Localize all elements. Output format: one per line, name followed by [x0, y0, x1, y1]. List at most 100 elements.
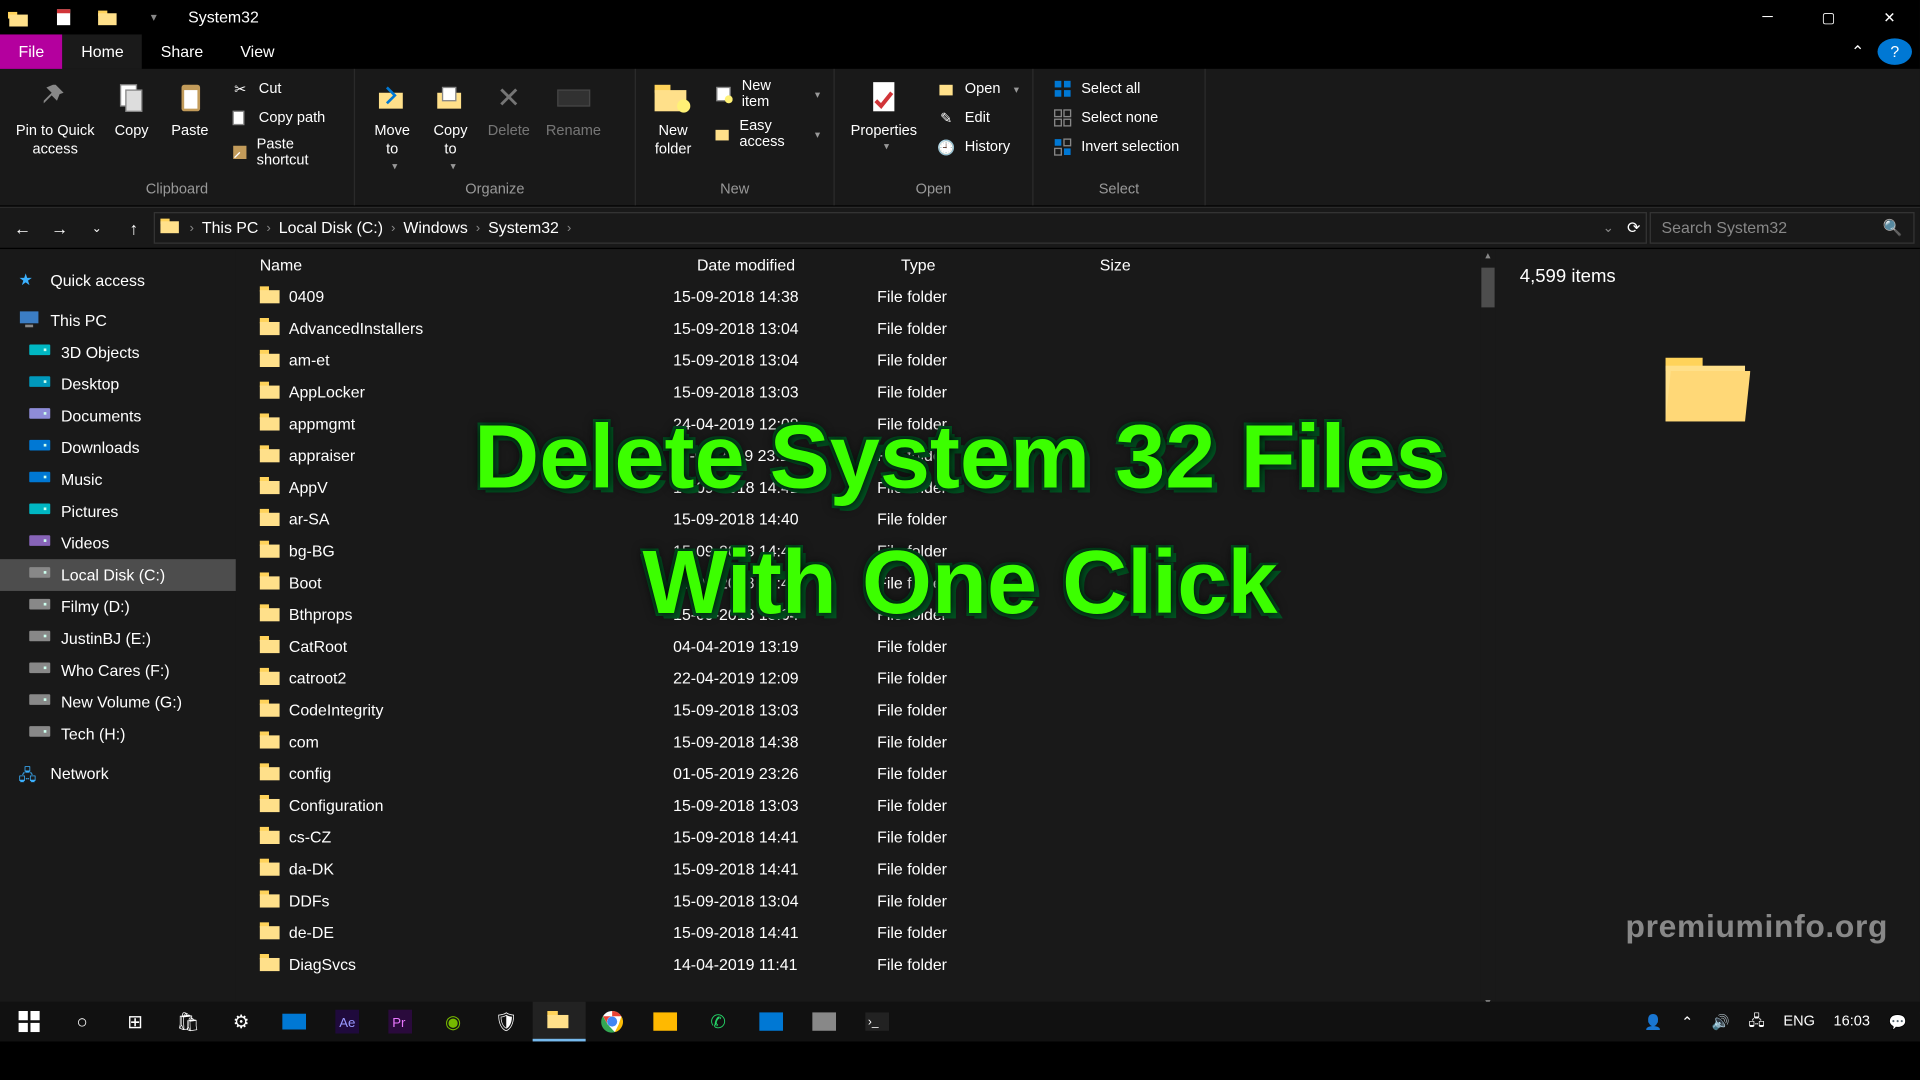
start-button[interactable]	[3, 1002, 56, 1042]
sidebar-item[interactable]: Tech (H:)	[0, 718, 236, 750]
table-row[interactable]: AdvancedInstallers15-09-2018 13:04File f…	[236, 313, 1480, 345]
address-bar[interactable]: › This PC› Local Disk (C:)› Windows› Sys…	[154, 212, 1647, 244]
table-row[interactable]: Configuration15-09-2018 13:03File folder	[236, 790, 1480, 822]
defender-icon[interactable]: 🛡	[480, 1002, 533, 1042]
newfolder-button[interactable]: New folder	[644, 74, 702, 162]
table-row[interactable]: appmgmt24-04-2019 12:08File folder	[236, 408, 1480, 440]
sidebar-item[interactable]: Documents	[0, 400, 236, 432]
table-row[interactable]: DDFs15-09-2018 13:04File folder	[236, 885, 1480, 917]
table-row[interactable]: appraiser11-04-2019 23:14File folder	[236, 440, 1480, 472]
col-name[interactable]: Name	[236, 256, 673, 275]
help-icon[interactable]: ?	[1878, 38, 1912, 65]
table-row[interactable]: Boot15-09-2018 14:41File folder	[236, 567, 1480, 599]
column-headers[interactable]: Name Date modified Type Size	[236, 249, 1496, 281]
breadcrumb[interactable]: Windows	[398, 219, 473, 238]
sidebar-item[interactable]: Music	[0, 464, 236, 496]
tab-file[interactable]: File	[0, 34, 63, 68]
sidebar-item[interactable]: Who Cares (F:)	[0, 655, 236, 687]
notifications-icon[interactable]: 💬	[1889, 1013, 1907, 1030]
taskbar-app-2[interactable]	[639, 1002, 692, 1042]
col-date[interactable]: Date modified	[673, 256, 877, 275]
open-button[interactable]: Open	[930, 77, 1024, 101]
table-row[interactable]: ar-SA15-09-2018 14:40File folder	[236, 504, 1480, 536]
table-row[interactable]: AppV15-09-2018 14:41File folder	[236, 472, 1480, 504]
sidebar-network[interactable]: 🖧Network	[0, 758, 236, 790]
table-row[interactable]: AppLocker15-09-2018 13:03File folder	[236, 376, 1480, 408]
maximize-button[interactable]: ▢	[1798, 0, 1859, 34]
premiere-icon[interactable]: Pr	[374, 1002, 427, 1042]
tab-share[interactable]: Share	[142, 34, 222, 68]
tray-time[interactable]: 16:03	[1833, 1014, 1869, 1030]
tray-lang[interactable]: ENG	[1783, 1014, 1815, 1030]
qat-dropdown-icon[interactable]: ▾	[143, 7, 164, 28]
sidebar-quickaccess[interactable]: ★Quick access	[0, 265, 236, 297]
qat-newfolder-icon[interactable]	[98, 7, 119, 28]
aftereffects-icon[interactable]: Ae	[321, 1002, 374, 1042]
taskbar-app-1[interactable]	[268, 1002, 321, 1042]
sidebar-item[interactable]: JustinBJ (E:)	[0, 623, 236, 655]
table-row[interactable]: 040915-09-2018 14:38File folder	[236, 281, 1480, 313]
pin-quickaccess-button[interactable]: Pin to Quick access	[8, 74, 102, 162]
recent-dropdown[interactable]: ⌄	[80, 211, 114, 245]
sidebar-item[interactable]: Local Disk (C:)	[0, 559, 236, 591]
copy-button[interactable]: Copy	[102, 74, 160, 143]
minimize-button[interactable]: ─	[1737, 0, 1798, 34]
tab-view[interactable]: View	[222, 34, 293, 68]
table-row[interactable]: com15-09-2018 14:38File folder	[236, 726, 1480, 758]
back-button[interactable]: ←	[5, 211, 39, 245]
col-type[interactable]: Type	[877, 256, 1076, 275]
tab-home[interactable]: Home	[63, 34, 143, 68]
search-icon[interactable]: 🔍	[1883, 219, 1903, 238]
pasteshortcut-button[interactable]: Paste shortcut	[224, 135, 345, 169]
breadcrumb[interactable]: Local Disk (C:)	[273, 219, 388, 238]
sidebar-item[interactable]: Filmy (D:)	[0, 591, 236, 623]
copyto-button[interactable]: Copy to	[421, 74, 479, 176]
invertselection-button[interactable]: Invert selection	[1047, 135, 1185, 159]
sidebar-item[interactable]: Videos	[0, 527, 236, 559]
table-row[interactable]: cs-CZ15-09-2018 14:41File folder	[236, 822, 1480, 854]
moveto-button[interactable]: Move to	[363, 74, 421, 176]
addr-dropdown-icon[interactable]: ⌄	[1603, 221, 1614, 236]
rename-button[interactable]: Rename	[538, 74, 609, 143]
table-row[interactable]: CodeIntegrity15-09-2018 13:03File folder	[236, 694, 1480, 726]
table-row[interactable]: DiagSvcs14-04-2019 11:41File folder	[236, 949, 1480, 981]
col-size[interactable]: Size	[1076, 256, 1209, 275]
explorer-icon[interactable]	[533, 1002, 586, 1042]
refresh-icon[interactable]: ⟳	[1627, 219, 1640, 238]
taskview-icon[interactable]: ⊞	[109, 1002, 162, 1042]
table-row[interactable]: Bthprops15-09-2018 13:04File folder	[236, 599, 1480, 631]
people-icon[interactable]: 👤	[1644, 1013, 1662, 1030]
edit-button[interactable]: ✎Edit	[930, 106, 1024, 130]
properties-button[interactable]: Properties	[843, 74, 925, 157]
qat-properties-icon[interactable]	[53, 7, 74, 28]
chrome-icon[interactable]	[586, 1002, 639, 1042]
cortana-icon[interactable]: ○	[56, 1002, 109, 1042]
sidebar-item[interactable]: Desktop	[0, 368, 236, 400]
breadcrumb[interactable]: This PC	[197, 219, 264, 238]
taskbar-app-3[interactable]	[745, 1002, 798, 1042]
copypath-button[interactable]: Copy path	[224, 106, 345, 130]
scroll-thumb[interactable]	[1481, 268, 1494, 308]
forward-button[interactable]: →	[42, 211, 76, 245]
search-box[interactable]: Search System32 🔍	[1650, 212, 1915, 244]
sidebar-thispc[interactable]: This PC	[0, 305, 236, 337]
selectall-button[interactable]: Select all	[1047, 77, 1185, 101]
history-button[interactable]: 🕘History	[930, 135, 1024, 159]
up-button[interactable]: ↑	[117, 211, 151, 245]
sidebar-item[interactable]: New Volume (G:)	[0, 686, 236, 718]
table-row[interactable]: catroot222-04-2019 12:09File folder	[236, 663, 1480, 695]
network-icon[interactable]: 🖧	[1749, 1009, 1765, 1034]
cut-button[interactable]: ✂Cut	[224, 77, 345, 101]
table-row[interactable]: bg-BG15-09-2018 14:40File folder	[236, 535, 1480, 567]
table-row[interactable]: config01-05-2019 23:26File folder	[236, 758, 1480, 790]
volume-icon[interactable]: 🔊	[1712, 1013, 1730, 1030]
selectnone-button[interactable]: Select none	[1047, 106, 1185, 130]
store-icon[interactable]: 🛍	[162, 1002, 215, 1042]
sidebar-item[interactable]: Pictures	[0, 496, 236, 528]
sidebar-item[interactable]: 3D Objects	[0, 337, 236, 369]
delete-button[interactable]: ✕Delete	[480, 74, 538, 143]
utorrent-icon[interactable]: ◉	[427, 1002, 480, 1042]
table-row[interactable]: am-et15-09-2018 13:04File folder	[236, 345, 1480, 377]
easyaccess-button[interactable]: Easy access	[708, 117, 826, 151]
settings-icon[interactable]: ⚙	[215, 1002, 268, 1042]
